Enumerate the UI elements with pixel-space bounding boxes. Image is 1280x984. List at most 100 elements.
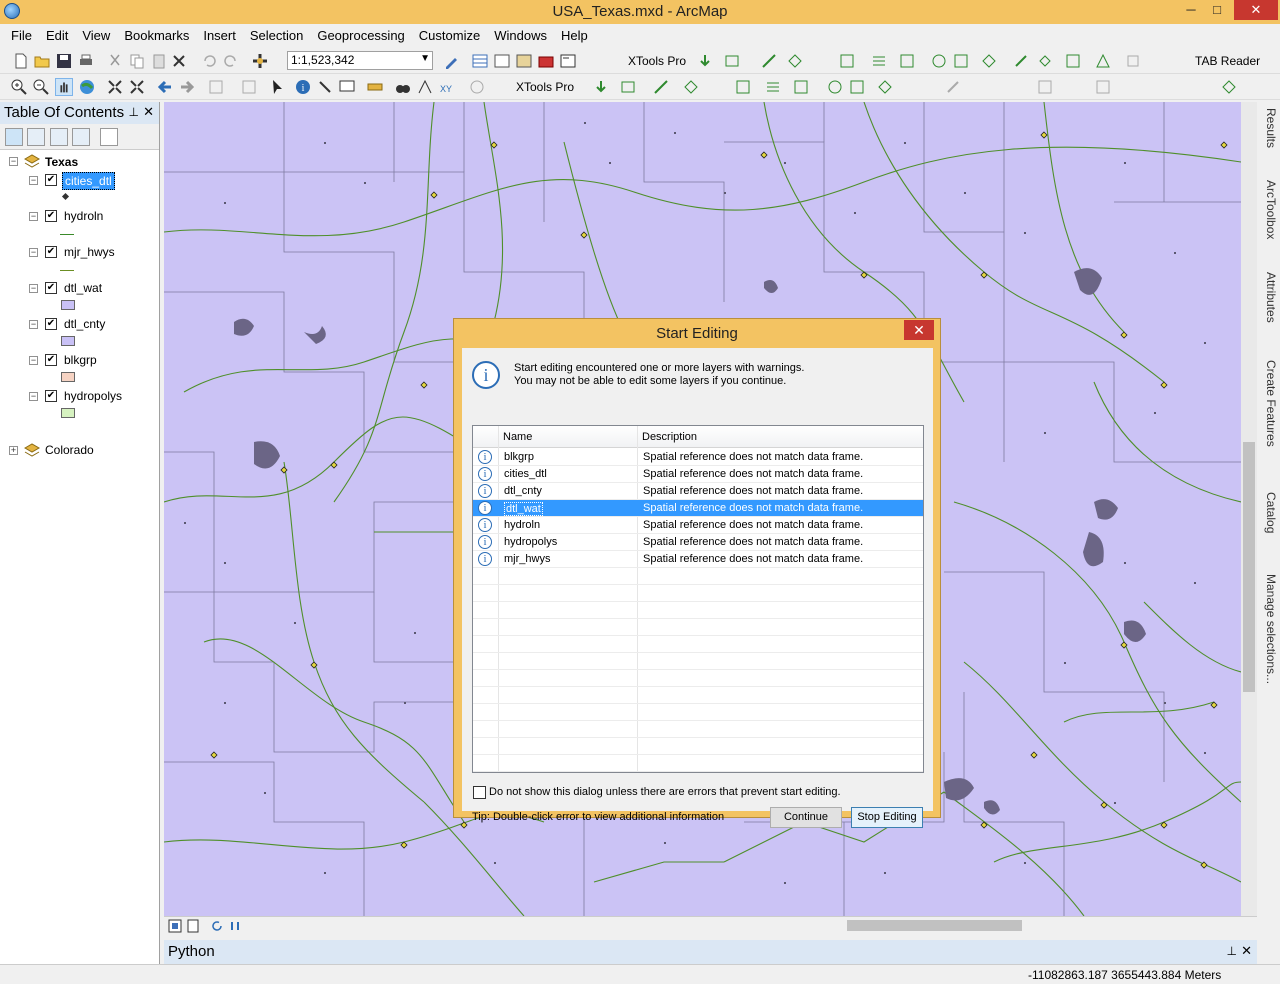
catalog-tab[interactable]: Catalog (1260, 492, 1278, 533)
texas-collapse-toggle[interactable]: − (9, 157, 18, 166)
column-header-description[interactable]: Description (642, 431, 697, 443)
blkgrp-visibility-checkbox[interactable]: ✔ (45, 354, 57, 366)
xtools-tool-23-icon[interactable] (876, 78, 894, 96)
list-by-drawing-order-icon[interactable] (5, 128, 23, 146)
data-view-icon[interactable] (168, 919, 182, 933)
layer-dtl-cnty[interactable]: dtl_cnty (64, 317, 105, 331)
zoom-in-icon[interactable] (10, 78, 28, 96)
xtools-tool-11-icon[interactable] (1036, 52, 1054, 70)
xtools-tool-16-icon[interactable] (620, 78, 638, 96)
xtools-tool-7-icon[interactable] (898, 52, 916, 70)
xtools-tool-6-icon[interactable] (870, 52, 888, 70)
menu-file[interactable]: File (4, 28, 39, 43)
hyperlink-icon[interactable] (316, 78, 334, 96)
toc-close-icon[interactable]: ✕ (143, 104, 154, 120)
layer-hydroln[interactable]: hydroln (64, 209, 103, 223)
table-row[interactable]: i cities_dtl Spatial reference does not ma… (473, 466, 923, 483)
list-by-source-icon[interactable] (27, 128, 45, 146)
warnings-grid[interactable]: Name Description i blkgrp Spatial referenc… (472, 425, 924, 773)
xtools-tool-9-icon[interactable] (980, 52, 998, 70)
list-by-selection-icon[interactable] (72, 128, 90, 146)
xtools-tool-15-icon[interactable] (592, 78, 610, 96)
map-scale-combobox[interactable]: 1:1,523,342 ▼ (287, 51, 433, 70)
blkgrp-collapse-toggle[interactable]: − (29, 356, 38, 365)
arctoolbox-tab[interactable]: ArcToolbox (1260, 180, 1278, 239)
go-forward-icon[interactable] (178, 78, 196, 96)
new-document-icon[interactable] (12, 52, 30, 70)
hydroln-collapse-toggle[interactable]: − (29, 212, 38, 221)
colorado-expand-toggle[interactable]: + (9, 446, 18, 455)
suppress-dialog-label[interactable]: Do not show this dialog unless there are… (489, 786, 841, 798)
line-symbol[interactable] (60, 234, 74, 235)
xtools-pro-menu[interactable]: XTools Pro (628, 54, 686, 68)
menu-insert[interactable]: Insert (196, 28, 243, 43)
point-symbol[interactable] (61, 192, 70, 201)
dtl-wat-collapse-toggle[interactable]: − (29, 284, 38, 293)
xtools-tool-3-icon[interactable] (760, 52, 778, 70)
menu-bookmarks[interactable]: Bookmarks (117, 28, 196, 43)
select-elements-icon[interactable] (268, 78, 286, 96)
clear-selection-icon[interactable] (240, 78, 258, 96)
table-row-selected[interactable]: i dtl_wat Spatial reference does not match… (473, 500, 923, 517)
group-colorado[interactable]: Colorado (45, 443, 94, 457)
xtools-tool-2-icon[interactable] (724, 52, 742, 70)
xtools-tool-17-icon[interactable] (652, 78, 670, 96)
measure-icon[interactable] (366, 78, 384, 96)
column-header-name[interactable]: Name (503, 431, 532, 443)
hydroln-visibility-checkbox[interactable]: ✔ (45, 210, 57, 222)
dialog-close-button[interactable]: ✕ (904, 320, 934, 340)
pause-drawing-icon[interactable] (228, 919, 242, 933)
time-slider-icon[interactable] (468, 78, 486, 96)
layer-mjr-hwys[interactable]: mjr_hwys (64, 245, 115, 259)
results-tab[interactable]: Results (1260, 108, 1278, 148)
xtools-pro-menu-2[interactable]: XTools Pro (516, 80, 574, 94)
menu-edit[interactable]: Edit (39, 28, 75, 43)
xtools-tool-5-icon[interactable] (838, 52, 856, 70)
menu-windows[interactable]: Windows (487, 28, 554, 43)
group-texas[interactable]: Texas (45, 155, 78, 169)
line-symbol[interactable] (60, 270, 74, 271)
create-features-tab[interactable]: Create Features (1260, 360, 1278, 447)
xtools-tool-14-icon[interactable] (1124, 52, 1142, 70)
cities-dtl-collapse-toggle[interactable]: − (29, 176, 38, 185)
horizontal-scrollbar-thumb[interactable] (847, 920, 1022, 931)
hydropolys-visibility-checkbox[interactable]: ✔ (45, 390, 57, 402)
fill-symbol[interactable] (61, 408, 75, 418)
add-data-icon[interactable] (251, 52, 269, 70)
xtools-tool-19-icon[interactable] (734, 78, 752, 96)
fill-symbol[interactable] (61, 336, 75, 346)
continue-button[interactable]: Continue (770, 807, 842, 828)
fill-symbol[interactable] (61, 372, 75, 382)
close-button[interactable]: ✕ (1234, 0, 1278, 20)
menu-view[interactable]: View (75, 28, 117, 43)
menu-help[interactable]: Help (554, 28, 595, 43)
xtools-tool-27-icon[interactable] (1220, 78, 1238, 96)
xtools-tool-13-icon[interactable] (1094, 52, 1112, 70)
mjr-hwys-visibility-checkbox[interactable]: ✔ (45, 246, 57, 258)
identify-icon[interactable]: i (294, 78, 312, 96)
toc-options-icon[interactable] (100, 128, 118, 146)
fill-symbol[interactable] (61, 300, 75, 310)
scrollbar-thumb[interactable] (1243, 442, 1255, 692)
xtools-tool-25-icon[interactable] (1036, 78, 1054, 96)
dtl-wat-visibility-checkbox[interactable]: ✔ (45, 282, 57, 294)
pin-icon[interactable]: ⊥ (129, 105, 139, 119)
go-to-xy-icon[interactable]: XY (438, 78, 456, 96)
delete-icon[interactable] (170, 52, 188, 70)
python-window-icon[interactable] (559, 52, 577, 70)
toc-window-icon[interactable] (493, 52, 511, 70)
xtools-tool-4-icon[interactable] (786, 52, 804, 70)
python-close-icon[interactable]: ✕ (1241, 943, 1252, 959)
hydropolys-collapse-toggle[interactable]: − (29, 392, 38, 401)
xtools-info-icon-2[interactable] (826, 78, 844, 96)
save-icon[interactable] (55, 52, 73, 70)
mjr-hwys-collapse-toggle[interactable]: − (29, 248, 38, 257)
xtools-tool-26-icon[interactable] (1094, 78, 1112, 96)
map-vertical-scrollbar[interactable] (1241, 102, 1257, 916)
xtools-tool-22-icon[interactable] (848, 78, 866, 96)
xtools-tool-18-icon[interactable] (682, 78, 700, 96)
menu-geoprocessing[interactable]: Geoprocessing (310, 28, 411, 43)
xtools-info-icon[interactable] (930, 52, 948, 70)
open-folder-icon[interactable] (33, 52, 51, 70)
layout-view-icon[interactable] (186, 919, 200, 933)
